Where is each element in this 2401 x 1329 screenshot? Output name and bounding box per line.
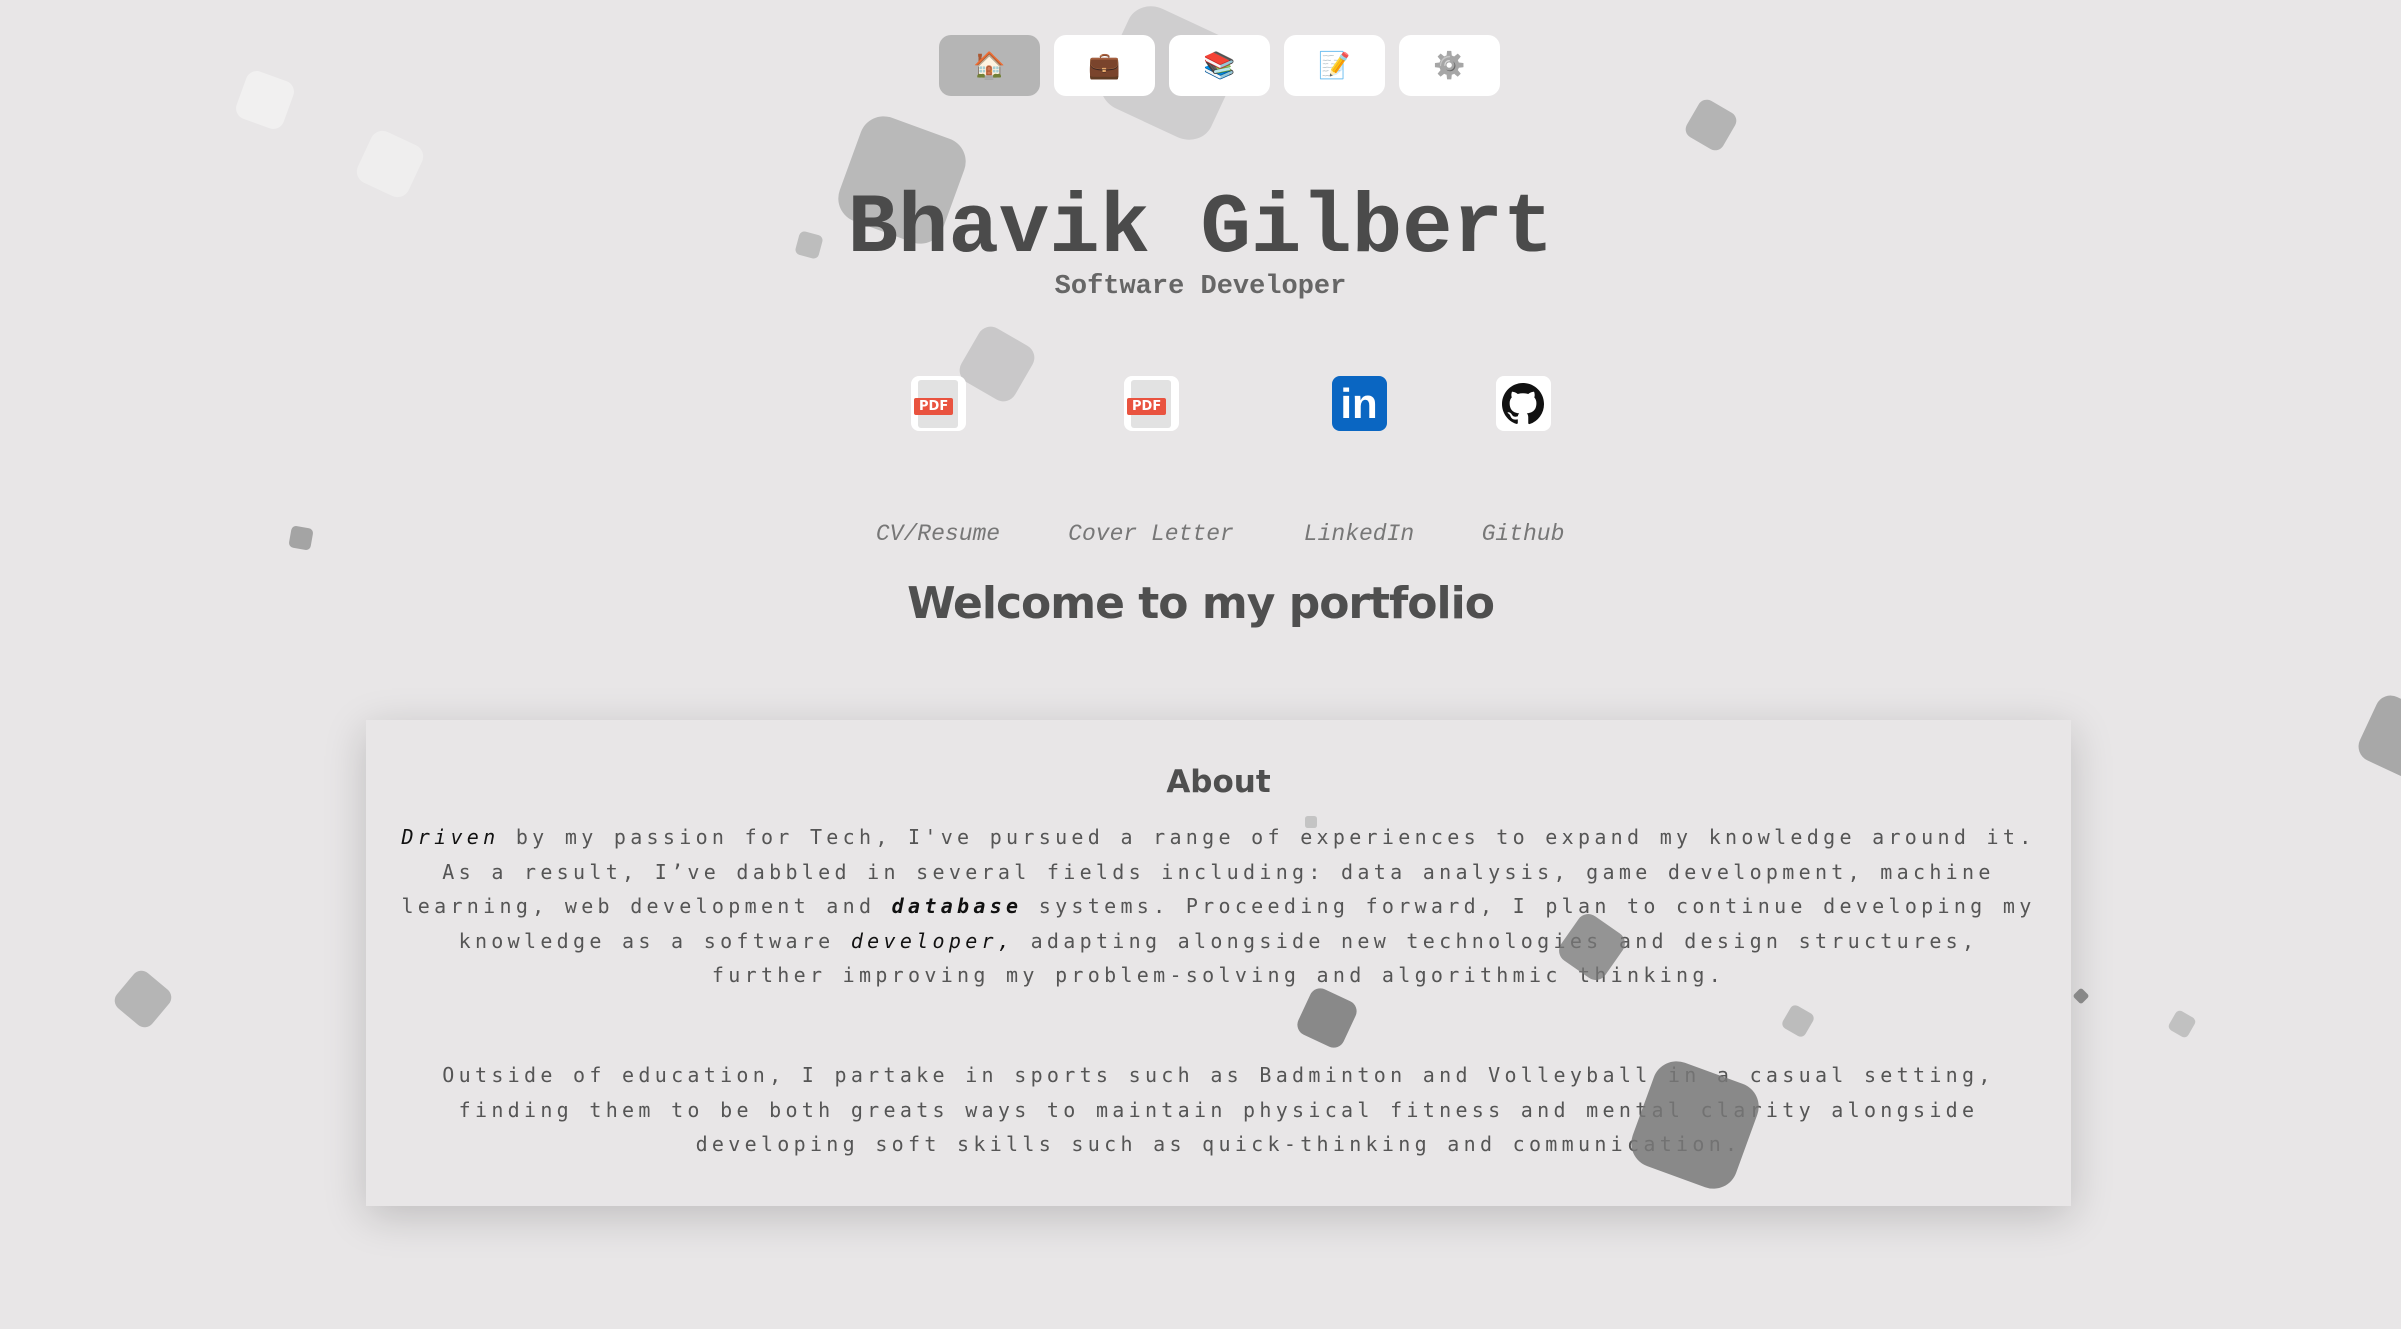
- decorative-shape: [2072, 987, 2090, 1005]
- about-card: About Driven by my passion for Tech, I'v…: [366, 720, 2071, 1206]
- briefcase-icon: 💼: [1088, 50, 1121, 81]
- emphasis: developer,: [850, 928, 1015, 953]
- cv-resume-link[interactable]: PDF CV/Resume: [818, 376, 1058, 546]
- top-nav: 🏠 💼 📚 📝 ⚙️: [939, 35, 1500, 96]
- welcome-heading: Welcome to my portfolio: [907, 578, 1495, 629]
- home-icon: 🏠: [973, 50, 1006, 81]
- link-label: Github: [1481, 521, 1565, 547]
- pdf-icon: PDF: [1123, 376, 1179, 431]
- pdf-badge: PDF: [914, 397, 954, 415]
- decorative-shape: [232, 67, 298, 133]
- cover-letter-link[interactable]: PDF Cover Letter: [1031, 376, 1271, 546]
- pdf-icon: PDF: [910, 376, 966, 431]
- nav-experience-button[interactable]: 💼: [1054, 35, 1155, 96]
- linkedin-icon: in: [1331, 376, 1387, 431]
- decorative-shape: [1305, 816, 1317, 828]
- link-label: Cover Letter: [1068, 521, 1234, 547]
- nav-home-button[interactable]: 🏠: [939, 35, 1040, 96]
- decorative-shape: [2353, 690, 2401, 784]
- page-subtitle: Software Developer: [1054, 272, 1347, 302]
- decorative-shape: [110, 966, 176, 1032]
- emphasis: database: [891, 894, 1023, 918]
- nav-settings-button[interactable]: ⚙️: [1399, 35, 1500, 96]
- decorative-shape: [1682, 96, 1740, 154]
- about-paragraph-2: Outside of education, I partake in sport…: [442, 1063, 1995, 1156]
- github-link[interactable]: Github: [1403, 376, 1643, 546]
- decorative-shape: [2166, 1008, 2198, 1040]
- page-title: Bhavik Gilbert: [847, 182, 1554, 277]
- nav-education-button[interactable]: 📚: [1169, 35, 1270, 96]
- about-paragraph-1: Driven by my passion for Tech, I've purs…: [396, 820, 2041, 993]
- link-label: CV/Resume: [875, 521, 1001, 547]
- gear-icon: ⚙️: [1433, 50, 1466, 81]
- decorative-shape: [288, 525, 314, 551]
- about-heading: About: [1166, 764, 1271, 800]
- emphasis: Driven: [401, 825, 500, 849]
- linkedin-logo-text: in: [1340, 379, 1378, 427]
- pdf-badge: PDF: [1127, 397, 1167, 415]
- books-icon: 📚: [1203, 50, 1236, 81]
- github-icon: [1495, 376, 1551, 431]
- memo-icon: 📝: [1318, 50, 1351, 81]
- nav-projects-button[interactable]: 📝: [1284, 35, 1385, 96]
